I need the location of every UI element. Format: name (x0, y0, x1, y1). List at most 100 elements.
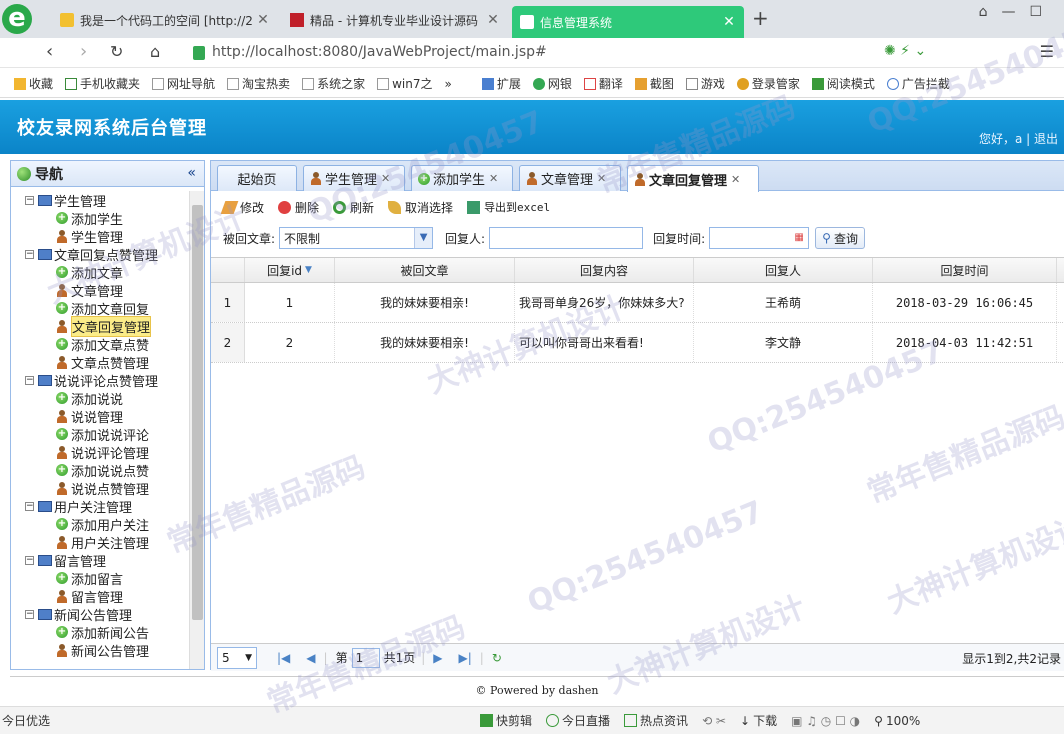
article-filter-select[interactable]: 不限制 ▼ (279, 227, 434, 249)
nav-scrollbar[interactable] (189, 191, 204, 669)
browser-tab-2[interactable]: 精品 - 计算机专业毕业设计源码 ✕ (282, 4, 508, 36)
nav-item[interactable]: 说说点赞管理 (11, 479, 189, 498)
nav-item[interactable]: + 添加文章 (11, 263, 189, 282)
calendar-icon[interactable]: ▦ (790, 228, 809, 248)
nav-item[interactable]: + 添加学生 (11, 209, 189, 228)
collapse-icon[interactable]: « (187, 165, 196, 181)
new-tab-button[interactable]: + (752, 6, 769, 30)
refresh-button[interactable]: 刷新 (333, 199, 374, 216)
nav-item[interactable]: 文章点赞管理 (11, 353, 189, 372)
collapse-toggle-icon[interactable]: − (25, 609, 34, 619)
browser-tab-active[interactable]: 信息管理系统 ✕ (512, 6, 744, 38)
zoom-level[interactable]: ⚲ 100% (874, 714, 920, 728)
extension-icons[interactable]: ✺ ⚡ ⌄ (884, 43, 926, 59)
chevron-down-icon[interactable]: ▼ (414, 228, 433, 248)
table-row[interactable]: 1 1 我的妹妹要相亲! 我哥哥单身26岁，你妹妹多大? 王希萌 2018-03-29 1… (211, 283, 1064, 323)
delete-button[interactable]: 删除 (278, 199, 319, 216)
reply-time-input[interactable]: ▦ (709, 227, 810, 249)
column-header[interactable]: 回复内容 (515, 258, 694, 282)
more-bookmarks-icon[interactable]: » (438, 77, 457, 91)
nav-item[interactable]: + 添加文章回复 (11, 299, 189, 318)
status-left[interactable]: 今日优选 (2, 712, 50, 729)
nav-item[interactable]: 文章回复管理 (11, 315, 189, 337)
edit-button[interactable]: 修改 (220, 199, 264, 216)
nav-item[interactable]: + 添加用户关注 (11, 515, 189, 534)
nav-item[interactable]: 用户关注管理 (11, 533, 189, 552)
collapse-toggle-icon[interactable]: − (25, 375, 34, 385)
nav-group[interactable]: − 说说评论点赞管理 (11, 371, 189, 390)
nav-item[interactable]: + 添加留言 (11, 569, 189, 588)
tab-article-manage[interactable]: 文章管理 ✕ (519, 165, 621, 191)
tab-student-manage[interactable]: 学生管理 ✕ (303, 165, 405, 191)
bookmark-item[interactable]: 手机收藏夹 (59, 75, 146, 92)
collapse-toggle-icon[interactable]: − (25, 195, 34, 205)
bookmark-item[interactable]: 收藏 (0, 75, 59, 92)
bookmark-item[interactable]: 网址导航 (146, 75, 221, 92)
prev-page-icon[interactable]: ◀ (306, 651, 315, 665)
nav-item[interactable]: 说说管理 (11, 407, 189, 426)
replier-input[interactable] (489, 227, 644, 249)
table-row[interactable]: 2 2 我的妹妹要相亲! 可以叫你哥哥出来看看! 李文静 2018-04-03 11:42… (211, 323, 1064, 363)
nav-group[interactable]: − 新闻公告管理 (11, 605, 189, 624)
export-excel-button[interactable]: 导出到excel (467, 199, 550, 215)
column-header[interactable]: 被回文章 (335, 258, 515, 282)
nav-group[interactable]: − 用户关注管理 (11, 497, 189, 516)
nav-group[interactable]: − 留言管理 (11, 551, 189, 570)
nav-item[interactable]: + 添加说说评论 (11, 425, 189, 444)
browser-tab-1[interactable]: 我是一个代码工的空间 [http://2 ✕ (52, 4, 278, 36)
nav-item[interactable]: 文章管理 (11, 281, 189, 300)
collapse-toggle-icon[interactable]: − (25, 249, 34, 259)
cancel-select-button[interactable]: 取消选择 (388, 199, 453, 216)
collapse-toggle-icon[interactable]: − (25, 555, 34, 565)
forward-icon[interactable]: › (80, 41, 87, 62)
tab-add-student[interactable]: + 添加学生 ✕ (411, 165, 513, 191)
query-button[interactable]: ⚲ 查询 (815, 227, 865, 249)
tab-reply-manage[interactable]: 文章回复管理 ✕ (627, 165, 759, 192)
tab-home[interactable]: 起始页 (217, 165, 297, 191)
status-item[interactable]: 热点资讯 (624, 712, 688, 729)
bookmark-item[interactable]: 淘宝热卖 (221, 75, 296, 92)
bookmark-item[interactable]: 阅读模式 (806, 75, 881, 92)
bookmark-item[interactable]: 截图 (629, 75, 680, 92)
nav-group[interactable]: − 文章回复点赞管理 (11, 245, 189, 264)
nav-item[interactable]: + 添加说说点赞 (11, 461, 189, 480)
close-icon[interactable]: ✕ (731, 173, 740, 186)
bookmark-item[interactable]: 网银 (527, 75, 578, 92)
last-page-icon[interactable]: ▶| (459, 651, 472, 665)
status-tools[interactable]: ⟲ ✂ (702, 714, 726, 728)
bookmark-item[interactable]: 登录管家 (731, 75, 806, 92)
page-number-input[interactable]: 1 (351, 647, 380, 668)
close-icon[interactable]: ✕ (722, 14, 736, 30)
bookmark-item[interactable]: 游戏 (680, 75, 731, 92)
first-page-icon[interactable]: |◀ (277, 651, 290, 665)
menu-icon[interactable]: ☰ (1040, 42, 1054, 61)
status-tools[interactable]: ▣ ♫ ◷ ☐ ◑ (791, 714, 860, 728)
status-item[interactable]: 今日直播 (546, 712, 610, 729)
user-greeting[interactable]: 您好，a | 退出 (979, 130, 1058, 147)
close-icon[interactable]: ✕ (256, 12, 270, 28)
nav-item[interactable]: 说说评论管理 (11, 443, 189, 462)
reload-icon[interactable]: ↻ (110, 42, 123, 61)
nav-group[interactable]: − 学生管理 (11, 191, 189, 210)
scrollbar-thumb[interactable] (192, 205, 203, 620)
close-icon[interactable]: ✕ (489, 172, 498, 185)
close-icon[interactable]: ✕ (486, 12, 500, 28)
next-page-icon[interactable]: ▶ (433, 651, 442, 665)
bookmark-item[interactable]: win7之 (371, 75, 438, 92)
bookmark-item[interactable]: 翻译 (578, 75, 629, 92)
bookmark-item[interactable]: 广告拦截 (881, 75, 956, 92)
status-item[interactable]: 快剪辑 (480, 712, 532, 729)
bookmark-item[interactable]: 系统之家 (296, 75, 371, 92)
nav-item[interactable]: 留言管理 (11, 587, 189, 606)
column-header[interactable]: 回复id ▼ (245, 258, 335, 282)
column-header[interactable]: 回复时间 (873, 258, 1057, 282)
refresh-icon[interactable]: ↻ (492, 651, 502, 665)
back-icon[interactable]: ‹ (46, 41, 53, 62)
nav-item[interactable]: + 添加文章点赞 (11, 335, 189, 354)
home-icon[interactable]: ⌂ (150, 42, 160, 61)
column-header[interactable]: 回复人 (694, 258, 873, 282)
close-icon[interactable]: ✕ (381, 172, 390, 185)
nav-item[interactable]: 新闻公告管理 (11, 641, 189, 660)
nav-item[interactable]: + 添加说说 (11, 389, 189, 408)
collapse-toggle-icon[interactable]: − (25, 501, 34, 511)
